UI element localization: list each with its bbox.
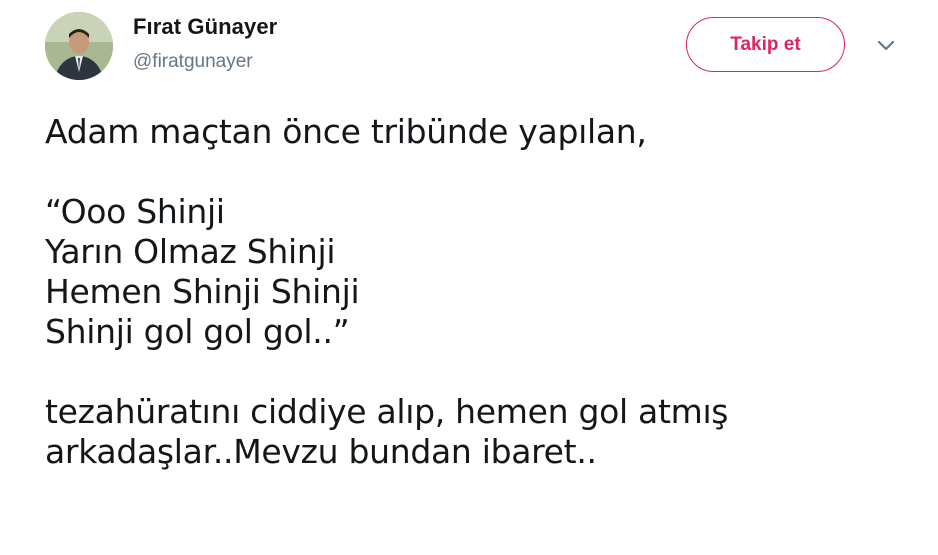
tweet-line-break <box>45 152 915 192</box>
tweet-line: Shinji gol gol gol..” <box>45 312 350 351</box>
avatar[interactable] <box>45 12 113 80</box>
tweet-text: Adam maçtan önce tribünde yapılan, “Ooo … <box>45 112 915 472</box>
tweet-line-break <box>45 352 915 392</box>
tweet-line: arkadaşlar..Mevzu bundan ibaret.. <box>45 432 597 471</box>
chevron-down-icon[interactable] <box>875 37 897 53</box>
tweet-line: Adam maçtan önce tribünde yapılan, <box>45 112 647 151</box>
tweet-card: Fırat Günayer @firatgunayer Takip et Ada… <box>0 0 938 555</box>
user-name[interactable]: Fırat Günayer <box>133 14 277 40</box>
tweet-line: “Ooo Shinji <box>45 192 225 231</box>
tweet-line: tezahüratını ciddiye alıp, hemen gol atm… <box>45 392 729 431</box>
tweet-line: Hemen Shinji Shinji <box>45 272 360 311</box>
tweet-line: Yarın Olmaz Shinji <box>45 232 336 271</box>
user-handle[interactable]: @firatgunayer <box>133 51 253 73</box>
follow-button[interactable]: Takip et <box>686 17 845 72</box>
